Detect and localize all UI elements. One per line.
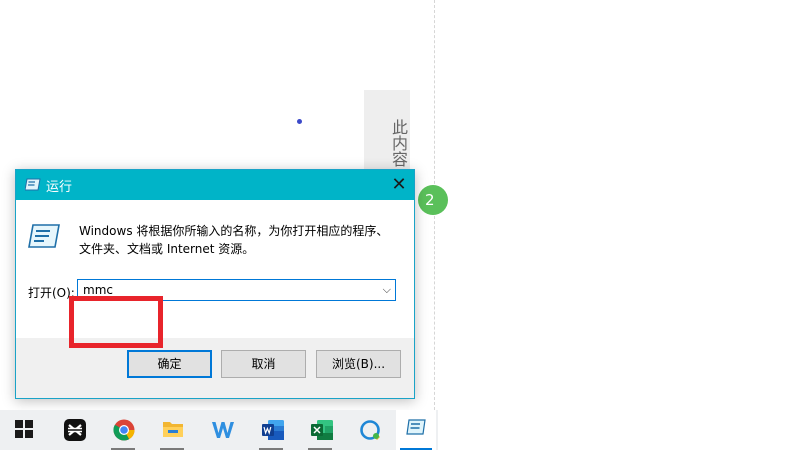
- close-icon: ✕: [391, 174, 407, 195]
- dialog-titlebar[interactable]: 运行 ✕: [16, 170, 414, 200]
- open-input[interactable]: mmc: [83, 283, 113, 297]
- wps-writer-icon: [212, 422, 234, 438]
- dialog-title: 运行: [46, 180, 73, 195]
- taskbar-chrome[interactable]: [103, 410, 143, 450]
- highlight-annotation: [69, 296, 163, 348]
- taskbar-capcut[interactable]: [54, 410, 94, 450]
- taskbar-file-explorer[interactable]: [152, 410, 192, 450]
- capcut-icon: [64, 419, 86, 441]
- windows-icon: [15, 420, 33, 438]
- browse-button[interactable]: 浏览(B)...: [316, 350, 401, 378]
- dialog-body: Windows 将根据你所输入的名称，为你打开相应的程序、文件夹、文档或 Int…: [16, 200, 414, 348]
- run-dialog: 运行 ✕ Windows 将根据你所输入的名称，为你打开相应的程序、文件夹、文档…: [15, 169, 415, 399]
- ok-button[interactable]: 确定: [127, 350, 212, 378]
- run-large-icon: [28, 224, 60, 248]
- taskbar-excel[interactable]: [300, 410, 340, 450]
- run-icon: [25, 178, 41, 191]
- taskbar-wps-writer[interactable]: [201, 410, 241, 450]
- cancel-button[interactable]: 取消: [221, 350, 306, 378]
- close-button[interactable]: ✕: [384, 170, 414, 200]
- run-icon: [406, 419, 426, 435]
- step-badge: 2: [418, 185, 448, 215]
- word-icon: [262, 420, 284, 440]
- excel-icon: [311, 420, 333, 440]
- chrome-icon: [113, 419, 135, 441]
- taskbar-quick-assist[interactable]: [349, 410, 389, 450]
- folder-icon: [163, 422, 183, 437]
- bullet-dot: [297, 119, 302, 124]
- quick-assist-icon: [360, 420, 380, 440]
- taskbar: [0, 410, 438, 450]
- taskbar-word[interactable]: [251, 410, 291, 450]
- dialog-description: Windows 将根据你所输入的名称，为你打开相应的程序、文件夹、文档或 Int…: [79, 224, 389, 256]
- chevron-down-icon[interactable]: ⌵: [383, 283, 391, 297]
- taskbar-run[interactable]: [396, 410, 436, 450]
- start-button[interactable]: [4, 410, 44, 450]
- open-label: 打开(O):: [28, 286, 75, 300]
